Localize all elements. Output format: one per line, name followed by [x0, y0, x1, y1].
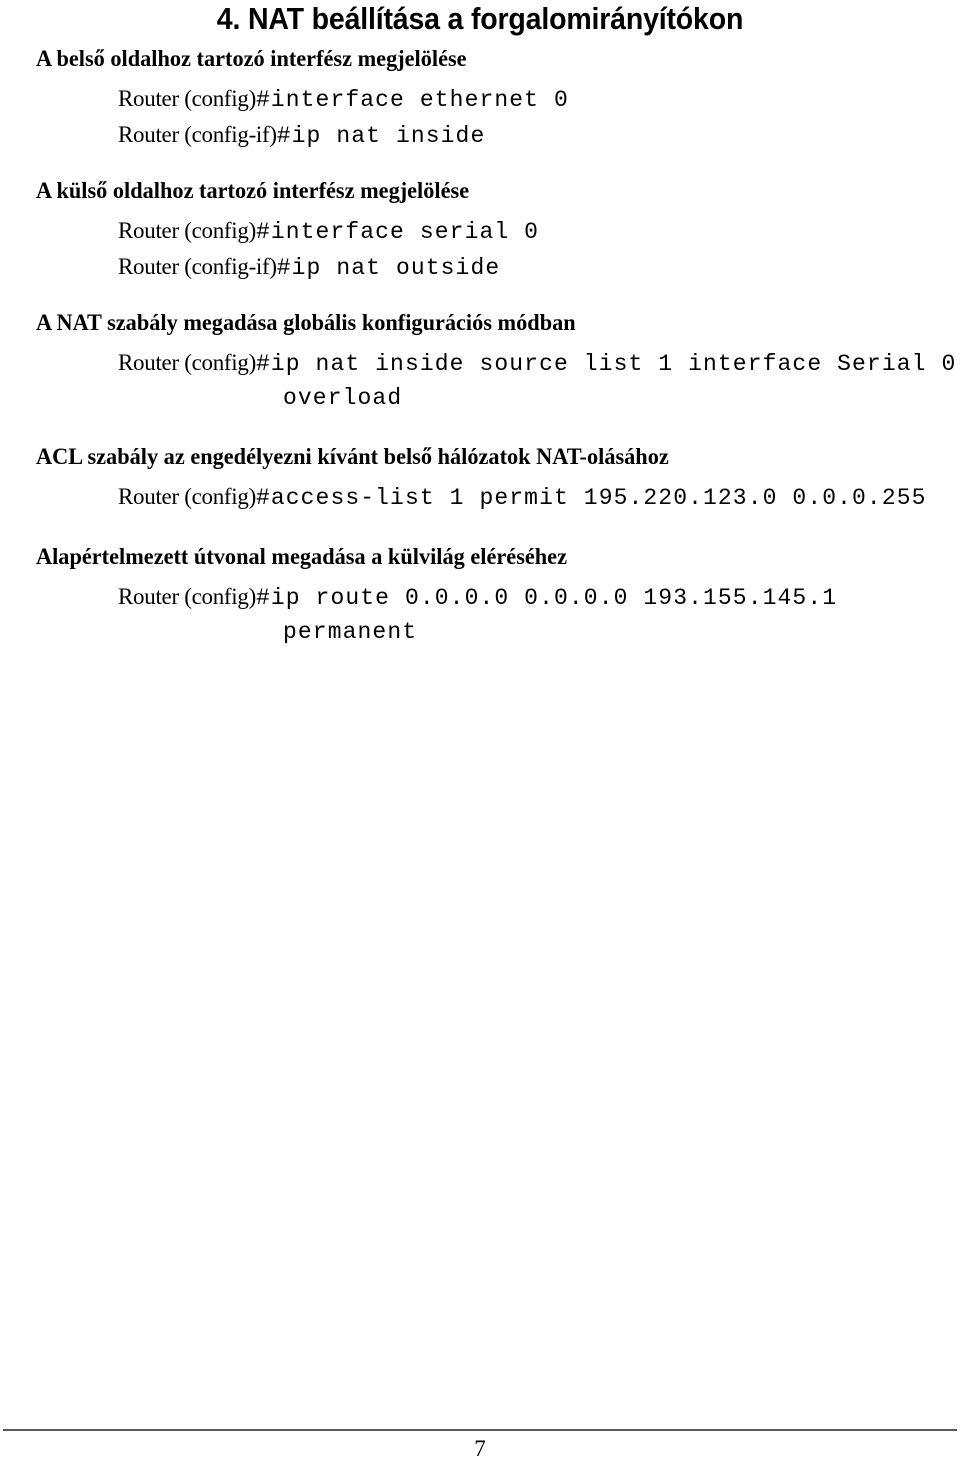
- section-heading: Alapértelmezett útvonal megadása a külvi…: [36, 544, 567, 569]
- section-heading: ACL szabály az engedélyezni kívánt belső…: [36, 444, 669, 469]
- command-text: #ip route 0.0.0.0 0.0.0.0 193.155.145.1: [255, 585, 838, 611]
- command-text: #interface ethernet 0: [255, 87, 569, 113]
- command-line: Router (config)#access-list 1 permit 195…: [118, 480, 960, 516]
- command-continuation: overload: [283, 382, 960, 416]
- command-list: Router (config)#ip route 0.0.0.0 0.0.0.0…: [0, 580, 960, 650]
- command-prompt: Router (config): [118, 584, 256, 609]
- footer-divider: [3, 1429, 957, 1431]
- command-list: Router (config)#interface serial 0 Route…: [0, 214, 960, 286]
- command-prompt: Router (config): [118, 484, 256, 509]
- section-outside-interface: A külső oldalhoz tartozó interfész megje…: [0, 176, 960, 286]
- command-line: Router (config-if)#ip nat outside: [118, 250, 960, 286]
- command-line: Router (config)#interface ethernet 0: [118, 82, 960, 118]
- section-nat-rule: A NAT szabály megadása globális konfigur…: [0, 308, 960, 416]
- command-text: #interface serial 0: [255, 219, 540, 245]
- command-prompt: Router (config): [118, 350, 256, 375]
- command-line: Router (config)#ip nat inside source lis…: [118, 346, 960, 382]
- section-heading: A belső oldalhoz tartozó interfész megje…: [36, 46, 467, 71]
- command-text: #ip nat inside source list 1 interface S…: [255, 351, 957, 377]
- command-line: Router (config)#interface serial 0: [118, 214, 960, 250]
- command-prompt: Router (config): [118, 218, 256, 243]
- section-acl-rule: ACL szabály az engedélyezni kívánt belső…: [0, 442, 960, 516]
- command-text: overload: [283, 385, 403, 411]
- page-title: 4. NAT beállítása a forgalomirányítókon: [216, 1, 744, 36]
- command-line: Router (config-if)#ip nat inside: [118, 118, 960, 154]
- command-list: Router (config)#ip nat inside source lis…: [0, 346, 960, 416]
- command-text: permanent: [283, 619, 418, 645]
- section-heading: A NAT szabály megadása globális konfigur…: [36, 310, 576, 335]
- command-text: #access-list 1 permit 195.220.123.0 0.0.…: [255, 485, 927, 511]
- section-default-route: Alapértelmezett útvonal megadása a külvi…: [0, 542, 960, 650]
- command-prompt: Router (config): [118, 86, 256, 111]
- command-list: Router (config)#access-list 1 permit 195…: [0, 480, 960, 516]
- command-prompt: Router (config-if): [118, 254, 277, 279]
- command-text: #ip nat outside: [276, 255, 501, 281]
- command-line: Router (config)#ip route 0.0.0.0 0.0.0.0…: [118, 580, 960, 616]
- command-prompt: Router (config-if): [118, 122, 277, 147]
- page-number: 7: [474, 1436, 486, 1461]
- command-continuation: permanent: [283, 616, 960, 650]
- command-list: Router (config)#interface ethernet 0 Rou…: [0, 82, 960, 154]
- document-page: 4. NAT beállítása a forgalomirányítókon …: [0, 0, 960, 1466]
- document-body: A belső oldalhoz tartozó interfész megje…: [0, 44, 960, 650]
- section-inside-interface: A belső oldalhoz tartozó interfész megje…: [0, 44, 960, 154]
- section-heading: A külső oldalhoz tartozó interfész megje…: [36, 178, 470, 203]
- command-text: #ip nat inside: [276, 123, 486, 149]
